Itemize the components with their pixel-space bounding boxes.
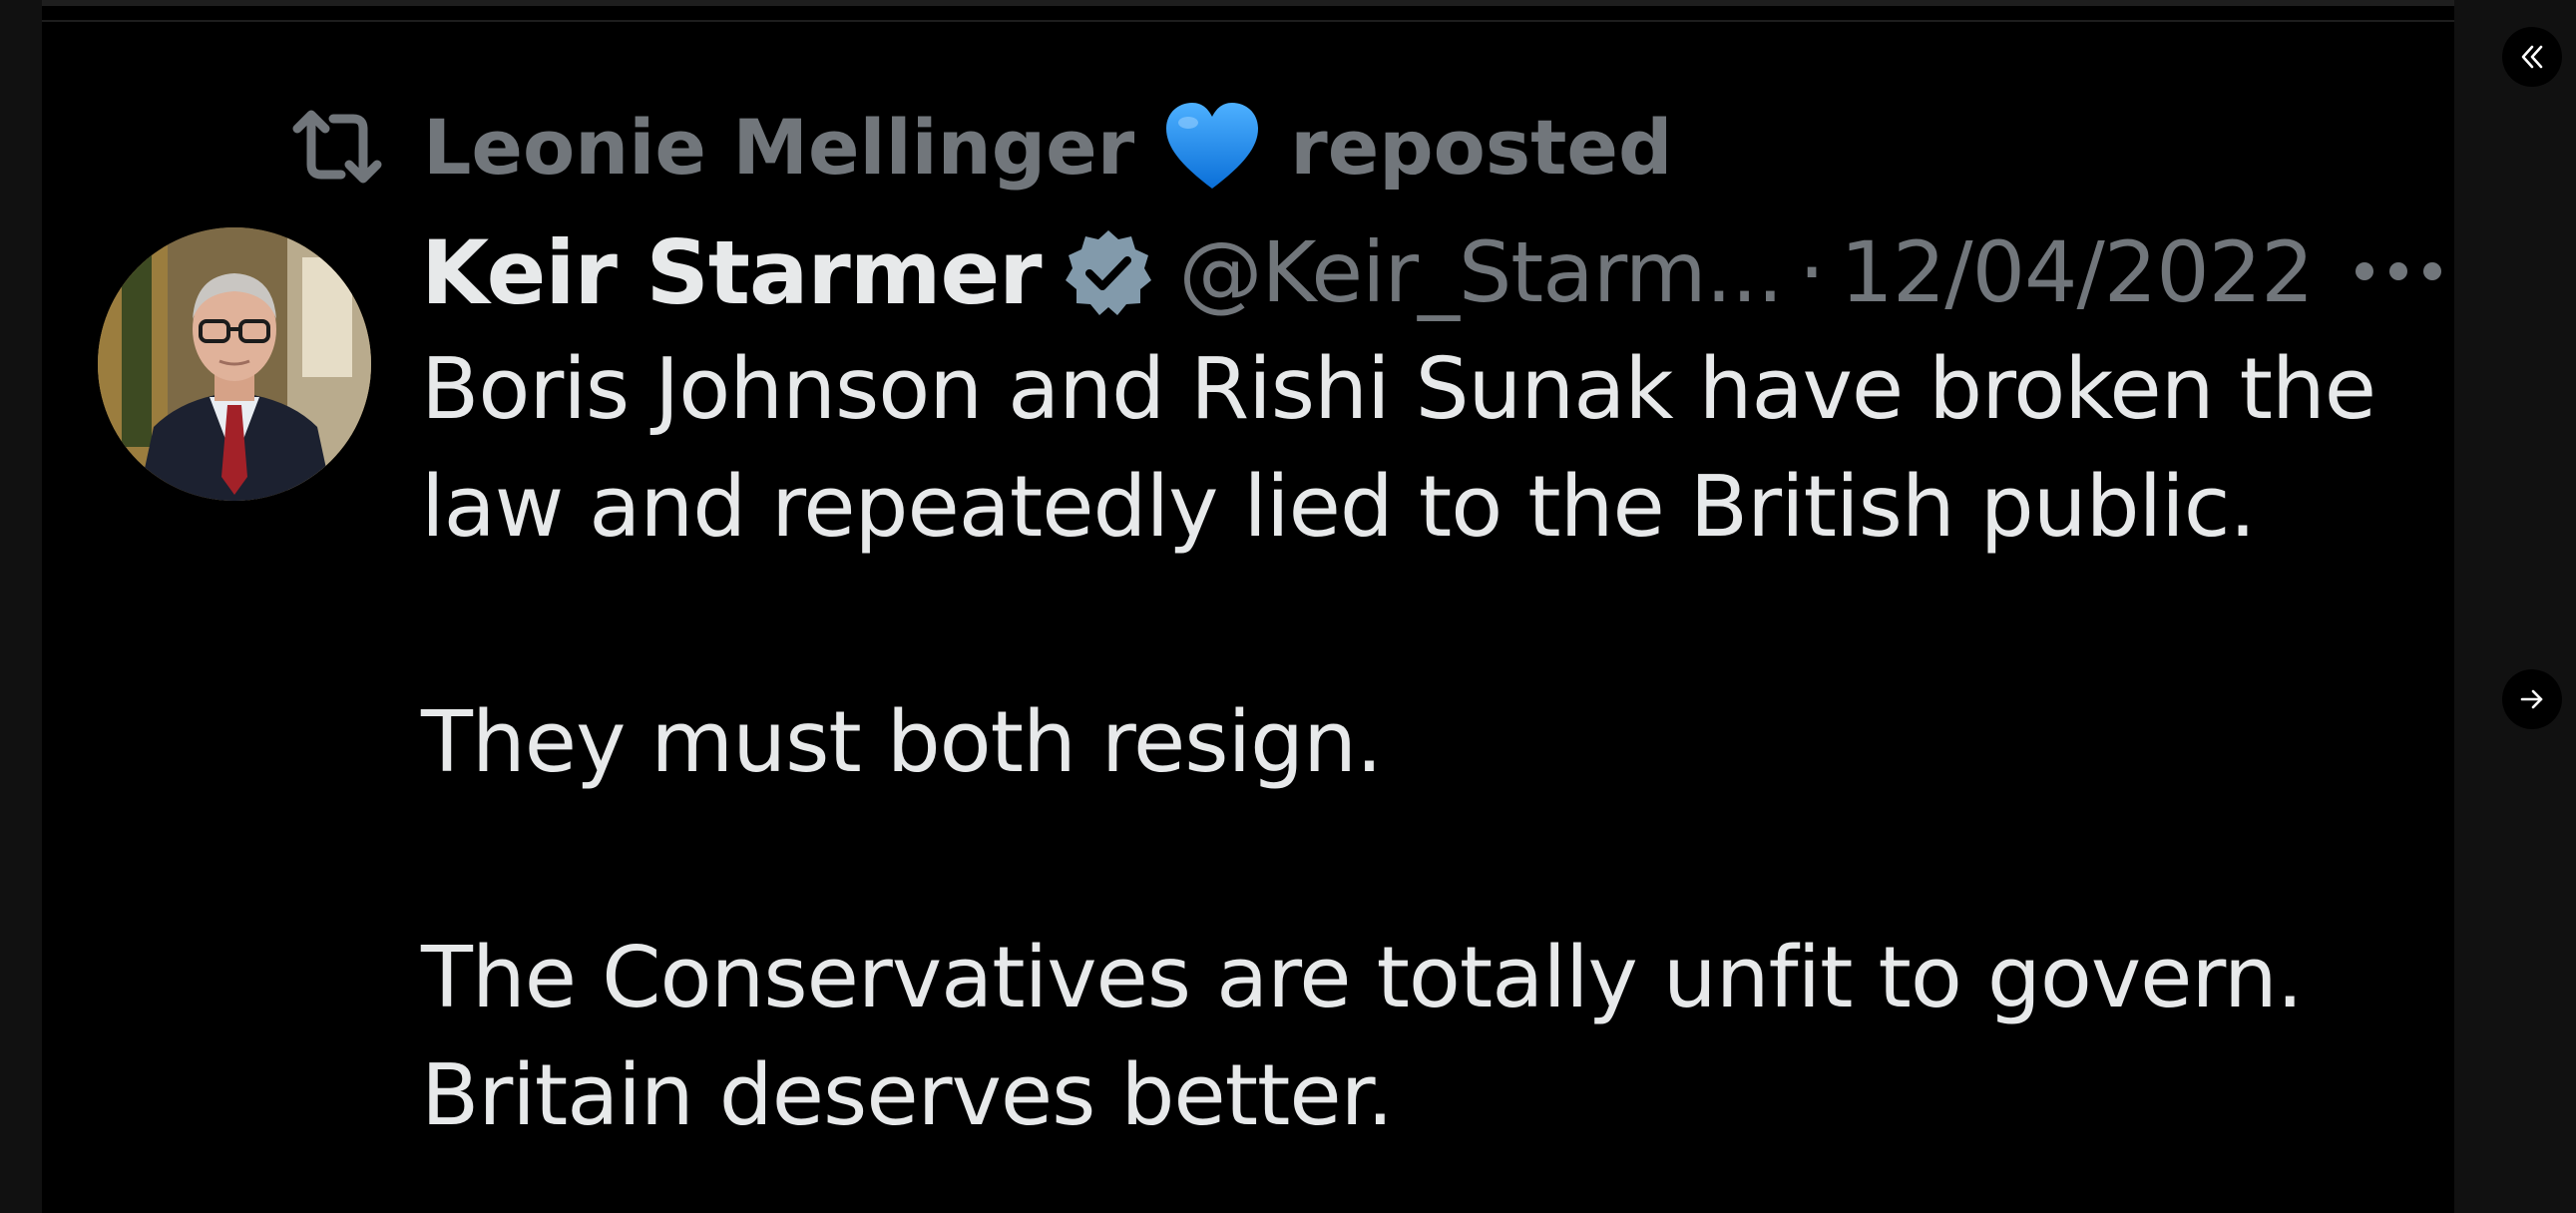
- tweet-text-line: Boris Johnson and Rishi Sunak have broke…: [421, 340, 2376, 439]
- repost-icon: [292, 110, 382, 184]
- tweet-date[interactable]: 12/04/2022: [1840, 223, 2314, 321]
- tweet-header: Keir Starmer @Keir_Starm... · 12/04/2022: [421, 217, 2446, 327]
- tweet-text-line: Britain deserves better.: [421, 1046, 1394, 1145]
- tweet-screenshot-image: Leonie Mellinger reposted Keir Starmer @…: [42, 0, 2454, 1213]
- double-chevron-left-icon: [2521, 45, 2543, 69]
- separator-dot: ·: [1798, 223, 1826, 321]
- tweet-text: Boris Johnson and Rishi Sunak have broke…: [421, 331, 2436, 1155]
- user-handle[interactable]: @Keir_Starm...: [1179, 223, 1784, 321]
- blue-heart-emoji-icon: [1166, 103, 1259, 189]
- top-divider: [42, 20, 2454, 22]
- collapse-panel-button[interactable]: [2502, 27, 2562, 87]
- repost-user-name[interactable]: Leonie Mellinger: [423, 103, 1134, 192]
- top-edge: [42, 0, 2454, 6]
- verified-badge-icon: [1065, 230, 1151, 315]
- repost-label: reposted: [1290, 102, 1673, 192]
- display-name[interactable]: Keir Starmer: [421, 221, 1043, 324]
- tweet-text-line: They must both resign.: [421, 693, 1383, 792]
- tweet-text-line: The Conservatives are totally unfit to g…: [421, 929, 2304, 1027]
- more-options-icon[interactable]: [2351, 241, 2446, 301]
- avatar-photo: [98, 227, 371, 501]
- avatar[interactable]: [98, 227, 371, 501]
- media-viewer: Leonie Mellinger reposted Keir Starmer @…: [0, 0, 2576, 1213]
- tweet-text-line: law and repeatedly lied to the British p…: [421, 458, 2257, 557]
- arrow-right-icon: [2520, 689, 2543, 709]
- next-image-button[interactable]: [2502, 669, 2562, 729]
- repost-row: Leonie Mellinger reposted: [291, 92, 1672, 202]
